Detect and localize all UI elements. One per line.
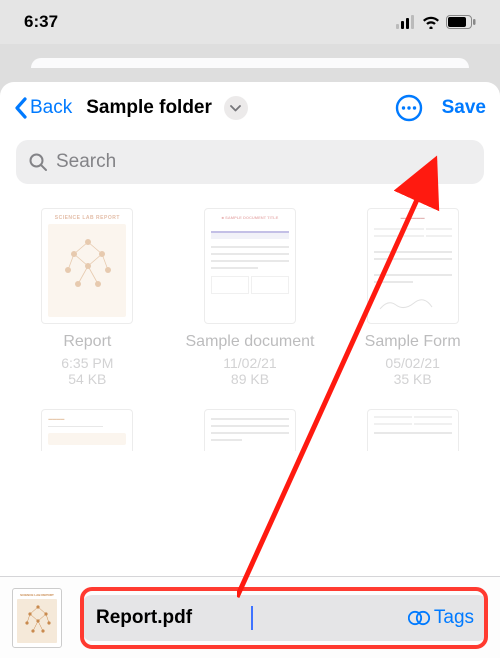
search-icon <box>28 152 48 172</box>
file-thumbnail: SCIENCE LAB REPORT <box>41 208 133 324</box>
file-browser: SCIENCE LAB REPORT Report 6:35 PM 54 KB … <box>0 194 500 451</box>
file-size: 35 KB <box>394 371 432 387</box>
file-size: 89 KB <box>231 371 269 387</box>
file-thumbnail <box>204 409 296 451</box>
save-sheet: Back Sample folder Save Search SCIENCE L… <box>0 82 500 658</box>
file-name: Report <box>63 332 111 353</box>
file-item[interactable]: ■ SAMPLE DOCUMENT TITLE Sample document … <box>175 208 326 387</box>
back-label: Back <box>30 97 72 119</box>
file-thumbnail <box>367 409 459 451</box>
search-wrap: Search <box>0 134 500 194</box>
status-icons <box>396 15 476 29</box>
wifi-icon <box>422 15 440 29</box>
file-name: Sample document <box>186 332 315 353</box>
more-button[interactable] <box>394 93 424 123</box>
sheet-backdrop <box>0 58 500 82</box>
file-name: Sample Form <box>365 332 461 353</box>
tags-button[interactable]: Tags <box>408 607 474 629</box>
filename-field-wrap: Report.pdf Tags <box>82 595 488 641</box>
save-button[interactable]: Save <box>442 97 486 119</box>
search-placeholder: Search <box>56 151 116 173</box>
file-thumbnail: ▬▬▬▬▬▬ <box>367 208 459 324</box>
nav-bar: Back Sample folder Save <box>0 82 500 134</box>
chevron-left-icon <box>14 97 28 119</box>
current-file-thumbnail: SCIENCE LAB REPORT <box>12 588 62 648</box>
file-item[interactable]: ▬▬▬▬ <box>12 409 163 451</box>
battery-icon <box>446 15 476 29</box>
file-size: 54 KB <box>68 371 106 387</box>
file-item[interactable]: ▬▬▬▬▬▬ Sample Form 05/02/21 35 KB <box>337 208 488 387</box>
file-date: 05/02/21 <box>385 355 440 371</box>
file-date: 6:35 PM <box>61 355 113 371</box>
file-date: 11/02/21 <box>223 355 276 371</box>
folder-title: Sample folder <box>86 97 212 119</box>
file-thumbnail: ■ SAMPLE DOCUMENT TITLE <box>204 208 296 324</box>
file-item[interactable]: SCIENCE LAB REPORT Report 6:35 PM 54 KB <box>12 208 163 387</box>
text-caret <box>251 606 253 630</box>
file-item[interactable] <box>337 409 488 451</box>
filename-bar: SCIENCE LAB REPORT Report.pdf Tags <box>0 576 500 658</box>
cellular-icon <box>396 15 416 29</box>
file-item[interactable] <box>175 409 326 451</box>
filename-input[interactable]: Report.pdf <box>96 607 250 629</box>
file-thumbnail: ▬▬▬▬ <box>41 409 133 451</box>
ellipsis-circle-icon <box>395 94 423 122</box>
back-button[interactable]: Back <box>14 97 72 119</box>
status-time: 6:37 <box>24 12 58 32</box>
tags-icon <box>408 609 430 627</box>
folder-dropdown[interactable] <box>224 96 248 120</box>
search-field[interactable]: Search <box>16 140 484 184</box>
status-bar: 6:37 <box>0 0 500 44</box>
chevron-down-icon <box>230 105 241 112</box>
tags-label: Tags <box>434 607 474 629</box>
